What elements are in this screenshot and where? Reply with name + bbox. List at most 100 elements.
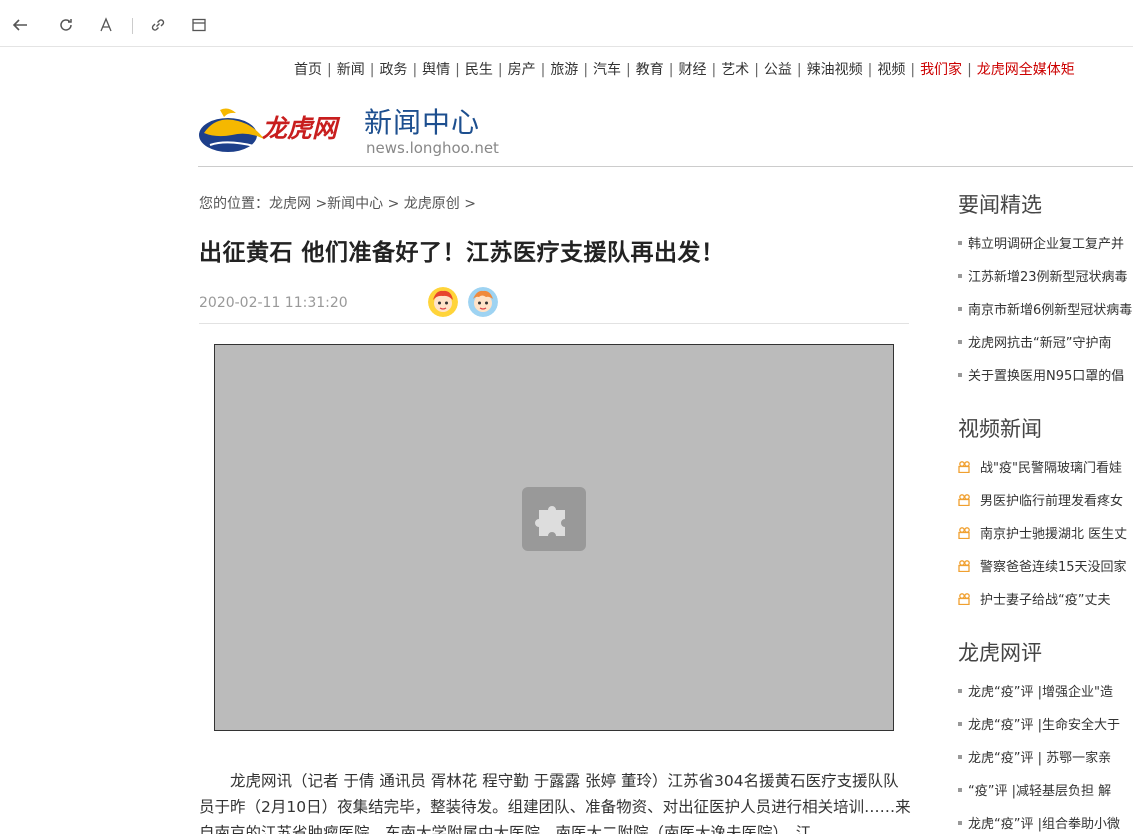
back-arrow-icon[interactable] <box>9 14 31 36</box>
list-item[interactable]: 警察爸爸连续15天没回家 <box>958 549 1133 582</box>
breadcrumb[interactable]: 您的位置：龙虎网 >新闻中心 > 龙虎原创 > <box>199 193 476 213</box>
nav-separator: | <box>369 62 375 78</box>
article-timestamp: 2020-02-11 11:31:20 <box>199 295 348 311</box>
list-item[interactable]: 龙虎“疫”评 | 苏鄂一家亲 <box>958 740 1133 773</box>
header-divider <box>198 166 1133 167</box>
bullet-icon <box>958 820 962 825</box>
list-item[interactable]: 护士妻子给战“疫”丈夫 <box>958 582 1133 615</box>
list-item[interactable]: 龙虎网抗击“新冠”守护南 <box>958 325 1133 358</box>
list-item[interactable]: 战"疫"民警隔玻璃门看娃 <box>958 450 1133 483</box>
nav-item-home[interactable]: 首页 <box>294 59 322 79</box>
bullet-icon <box>958 273 962 278</box>
nav-separator: | <box>497 62 503 78</box>
bullet-icon <box>958 721 962 726</box>
nav-separator: | <box>626 62 631 78</box>
list-item-label: 龙虎“疫”评 |生命安全大于 <box>968 718 1120 733</box>
nav-separator: | <box>327 62 332 78</box>
site-domain: news.longhoo.net <box>366 139 499 157</box>
nav-separator: | <box>668 62 674 78</box>
list-item[interactable]: 龙虎“疫”评 |生命安全大于 <box>958 707 1133 740</box>
list-item-label: 南京市新增6例新型冠状病毒 <box>968 303 1133 318</box>
reload-icon[interactable] <box>55 14 77 36</box>
nav-item-education[interactable]: 教育 <box>636 59 664 79</box>
nav-separator: | <box>540 62 546 78</box>
list-item[interactable]: 南京市新增6例新型冠状病毒 <box>958 292 1133 325</box>
nav-separator: | <box>455 62 460 78</box>
top-navigation: 首页 | 新闻 | 政务 | 舆情 | 民生 | 房产 | 旅游 | 汽车 | 教育 | 财经 | 艺术 | 公益 | 辣油视频… <box>294 59 1075 79</box>
window-icon[interactable] <box>188 14 210 36</box>
nav-item-charity[interactable]: 公益 <box>764 59 792 79</box>
font-icon[interactable] <box>95 14 117 36</box>
nav-item-public-opinion[interactable]: 舆情 <box>422 59 450 79</box>
browser-toolbar <box>0 0 1133 47</box>
nav-separator: | <box>412 62 418 78</box>
list-item-label: 关于置换医用N95口罩的倡 <box>968 369 1125 384</box>
top-news-list: 韩立明调研企业复工复产并 江苏新增23例新型冠状病毒 南京市新增6例新型冠状病毒… <box>958 226 1133 391</box>
link-icon[interactable] <box>147 14 169 36</box>
list-item-label: 护士妻子给战“疫”丈夫 <box>980 593 1111 608</box>
nav-item-finance[interactable]: 财经 <box>678 59 706 79</box>
list-item-label: 男医护临行前理发看疼女 <box>980 494 1124 509</box>
list-item-label: 韩立明调研企业复工复产并 <box>968 237 1125 252</box>
video-camera-icon <box>958 559 970 572</box>
nav-item-real-estate[interactable]: 房产 <box>508 59 536 79</box>
meta-divider <box>199 323 909 324</box>
list-item[interactable]: 男医护临行前理发看疼女 <box>958 483 1133 516</box>
video-news-list: 战"疫"民警隔玻璃门看娃 男医护临行前理发看疼女 南京护士驰援湖北 医生丈 警察… <box>958 450 1133 615</box>
list-item-label: 南京护士驰援湖北 医生丈 <box>980 527 1128 542</box>
sidebar-heading-top-news: 要闻精选 <box>958 193 1042 217</box>
nav-item-chili-video[interactable]: 辣油视频 <box>807 59 863 79</box>
list-item[interactable]: 韩立明调研企业复工复产并 <box>958 226 1133 259</box>
list-item[interactable]: 南京护士驰援湖北 医生丈 <box>958 516 1133 549</box>
puzzle-plugin-icon <box>522 487 586 551</box>
bullet-icon <box>958 688 962 693</box>
nav-item-news[interactable]: 新闻 <box>337 59 365 79</box>
sidebar-heading-commentary: 龙虎网评 <box>958 641 1042 665</box>
nav-item-media-matrix[interactable]: 龙虎网全媒体矩 <box>977 59 1075 79</box>
avatar-girl-icon[interactable] <box>428 287 458 317</box>
nav-item-livelihood[interactable]: 民生 <box>465 59 493 79</box>
list-item[interactable]: 龙虎“疫”评 |组合拳助小微 <box>958 806 1133 834</box>
toolbar-divider <box>132 18 133 34</box>
nav-separator: | <box>867 62 873 78</box>
list-item[interactable]: “疫”评 |减轻基层负担 解 <box>958 773 1133 806</box>
list-item-label: 龙虎“疫”评 |组合拳助小微 <box>968 817 1120 832</box>
nav-item-art[interactable]: 艺术 <box>721 59 749 79</box>
list-item-label: 警察爸爸连续15天没回家 <box>980 560 1127 575</box>
video-camera-icon <box>958 493 970 506</box>
logo-text: 龙虎网 <box>262 114 341 143</box>
nav-separator: | <box>910 62 916 78</box>
article-body: 龙虎网讯（记者 于倩 通讯员 胥林花 程守勤 于露露 张婷 董玲）江苏省304名… <box>199 768 911 834</box>
nav-item-government[interactable]: 政务 <box>379 59 407 79</box>
nav-separator: | <box>583 62 589 78</box>
nav-item-video[interactable]: 视频 <box>877 59 905 79</box>
video-camera-icon <box>958 460 970 473</box>
bullet-icon <box>958 372 962 377</box>
list-item[interactable]: 关于置换医用N95口罩的倡 <box>958 358 1133 391</box>
section-title: 新闻中心 <box>364 106 481 139</box>
nav-item-auto[interactable]: 汽车 <box>593 59 621 79</box>
list-item[interactable]: 龙虎“疫”评 |增强企业"造 <box>958 674 1133 707</box>
nav-separator: | <box>754 62 759 78</box>
site-logo[interactable]: 龙虎网 <box>198 105 353 155</box>
list-item-label: “疫”评 |减轻基层负担 解 <box>968 784 1112 799</box>
article-paragraph: 龙虎网讯（记者 于倩 通讯员 胥林花 程守勤 于露露 张婷 董玲）江苏省304名… <box>199 772 911 834</box>
commentary-list: 龙虎“疫”评 |增强企业"造 龙虎“疫”评 |生命安全大于 龙虎“疫”评 | 苏… <box>958 674 1133 834</box>
avatar-boy-icon[interactable] <box>468 287 498 317</box>
bullet-icon <box>958 240 962 245</box>
bullet-icon <box>958 754 962 759</box>
sidebar-heading-video-news: 视频新闻 <box>958 417 1042 441</box>
list-item-label: 江苏新增23例新型冠状病毒 <box>968 270 1128 285</box>
list-item-label: 战"疫"民警隔玻璃门看娃 <box>980 461 1122 476</box>
bullet-icon <box>958 787 962 792</box>
share-icons <box>428 287 498 317</box>
nav-item-travel[interactable]: 旅游 <box>550 59 578 79</box>
nav-separator: | <box>711 62 717 78</box>
embedded-media-placeholder[interactable] <box>214 344 894 731</box>
article-title: 出征黄石 他们准备好了！江苏医疗支援队再出发！ <box>199 240 725 266</box>
nav-separator: | <box>796 62 802 78</box>
video-camera-icon <box>958 592 970 605</box>
nav-item-our-home[interactable]: 我们家 <box>920 59 962 79</box>
list-item-label: 龙虎网抗击“新冠”守护南 <box>968 336 1112 351</box>
list-item[interactable]: 江苏新增23例新型冠状病毒 <box>958 259 1133 292</box>
